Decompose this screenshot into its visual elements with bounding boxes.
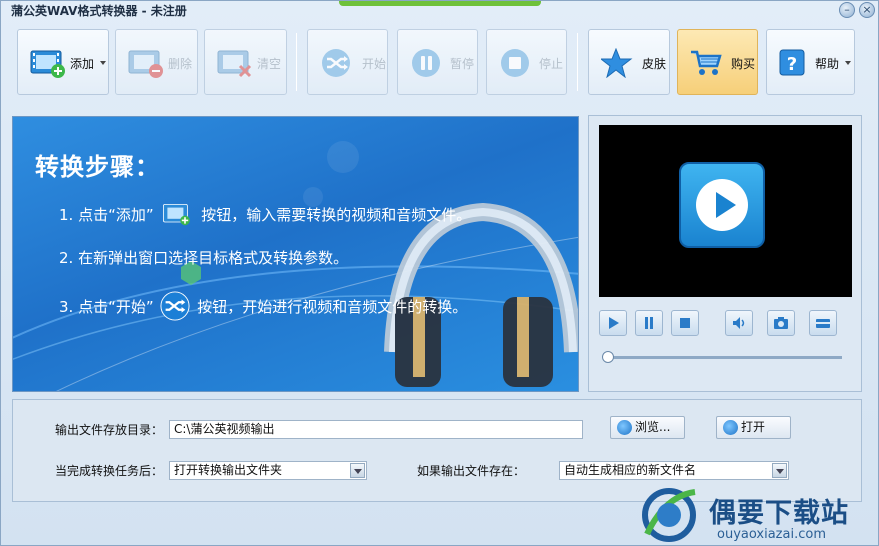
step-1-text-a: 1. 点击“添加” [59,206,154,224]
after-done-select[interactable]: 打开转换输出文件夹 [169,461,367,480]
stop-button-label: 停止 [539,57,564,71]
close-button[interactable]: × [859,2,875,18]
star-icon [601,48,633,78]
player-volume-button[interactable] [725,310,753,336]
play-icon [609,317,619,329]
step-1-text-b: 按钮，输入需要转换的视频和音频文件。 [201,206,472,224]
delete-button-label: 删除 [168,57,193,71]
step-1: 1. 点击“添加” 按钮，输入需要转换的视频和音频文件。 [59,202,471,226]
browse-icon [617,420,632,435]
skin-button[interactable]: 皮肤 [588,29,670,95]
shuffle-convert-icon [322,49,350,77]
minimize-button[interactable]: – [839,2,855,18]
after-done-label: 当完成转换任务后： [55,464,164,478]
help-button[interactable]: ? 帮助 [766,29,855,95]
open-folder-button[interactable]: 打开 [716,416,791,439]
seek-handle[interactable] [602,351,614,363]
add-file-icon [163,204,191,226]
pause-button[interactable]: 暂停 [397,29,478,95]
app-window: 蒲公英WAV格式转换器 - 未注册 – × 添加 删除 清空 开始 暂停 停止 … [0,0,879,546]
start-button-label: 开始 [362,57,387,71]
chevron-down-icon[interactable] [350,463,365,478]
player-play-button[interactable] [599,310,627,336]
pause-button-label: 暂停 [450,57,475,71]
browse-button[interactable]: 浏览... [610,416,685,439]
if-exists-select[interactable]: 自动生成相应的新文件名 [559,461,789,480]
step-3-text-a: 3. 点击“开始” [59,298,154,316]
clear-button-label: 清空 [257,57,282,71]
site-watermark: 偶要下载站 ouyaoxiazai.com [635,486,875,546]
clear-button[interactable]: 清空 [204,29,287,95]
output-dir-input[interactable]: C:\蒲公英视频输出 [169,420,583,439]
play-icon [696,179,748,231]
svg-text:?: ? [787,54,797,75]
chevron-down-icon[interactable] [772,463,787,478]
if-exists-label: 如果输出文件存在： [417,464,526,478]
stop-icon [501,49,529,77]
pause-icon [412,49,440,77]
if-exists-value: 自动生成相应的新文件名 [564,463,697,477]
add-file-icon [30,50,65,78]
buy-button[interactable]: 购买 [677,29,758,95]
pause-icon [645,317,653,329]
help-dropdown-arrow-icon[interactable] [845,61,851,65]
toolbar-separator [296,33,297,91]
title-bar[interactable]: 蒲公英WAV格式转换器 - 未注册 – × [1,1,878,21]
player-snapshot-button[interactable] [767,310,795,336]
step-3-text-b: 按钮，开始进行视频和音频文件的转换。 [197,298,468,316]
toolbar-separator [577,33,578,91]
shuffle-convert-icon [160,291,190,321]
open-folder-button-label: 打开 [741,420,766,434]
clear-list-icon [217,50,252,78]
film-reel-icon [723,420,738,435]
fullscreen-icon [816,319,830,328]
toolbar: 添加 删除 清空 开始 暂停 停止 皮肤 购买 ? 帮助 [1,23,878,101]
volume-icon [733,317,745,329]
title-accent-bar [339,1,541,6]
seek-bar[interactable] [606,356,842,359]
help-icon: ? [779,49,805,76]
stop-icon [680,318,690,328]
big-play-button[interactable] [679,162,765,248]
player-fullscreen-button[interactable] [809,310,837,336]
browse-button-label: 浏览... [635,420,671,434]
player-stop-button[interactable] [671,310,699,336]
watermark-url: ouyaoxiazai.com [717,527,826,542]
add-button[interactable]: 添加 [17,29,109,95]
step-3: 3. 点击“开始” 按钮，开始进行视频和音频文件的转换。 [59,291,467,321]
delete-file-icon [128,50,163,78]
buy-button-label: 购买 [731,57,756,71]
output-dir-label: 输出文件存放目录： [55,423,164,437]
instructions-banner: 转换步骤： 1. 点击“添加” 按钮，输入需要转换的视频和音频文件。 2. 在新… [12,116,579,392]
camera-icon [774,317,788,329]
help-button-label: 帮助 [815,57,840,71]
player-pause-button[interactable] [635,310,663,336]
after-done-value: 打开转换输出文件夹 [174,463,283,477]
video-preview-screen[interactable] [599,125,852,297]
watermark-text: 偶要下载站 [709,498,849,529]
watermark-logo-icon [642,488,696,542]
step-2: 2. 在新弹出窗口选择目标格式及转换参数。 [59,249,349,267]
add-button-label: 添加 [70,57,95,71]
preview-player [588,115,862,392]
delete-button[interactable]: 删除 [115,29,198,95]
window-title: 蒲公英WAV格式转换器 - 未注册 [11,4,187,18]
steps-heading: 转换步骤： [35,153,160,181]
stop-button[interactable]: 停止 [486,29,567,95]
shopping-cart-icon [691,50,722,75]
start-button[interactable]: 开始 [307,29,388,95]
skin-button-label: 皮肤 [642,57,667,71]
add-dropdown-arrow-icon[interactable] [100,61,106,65]
